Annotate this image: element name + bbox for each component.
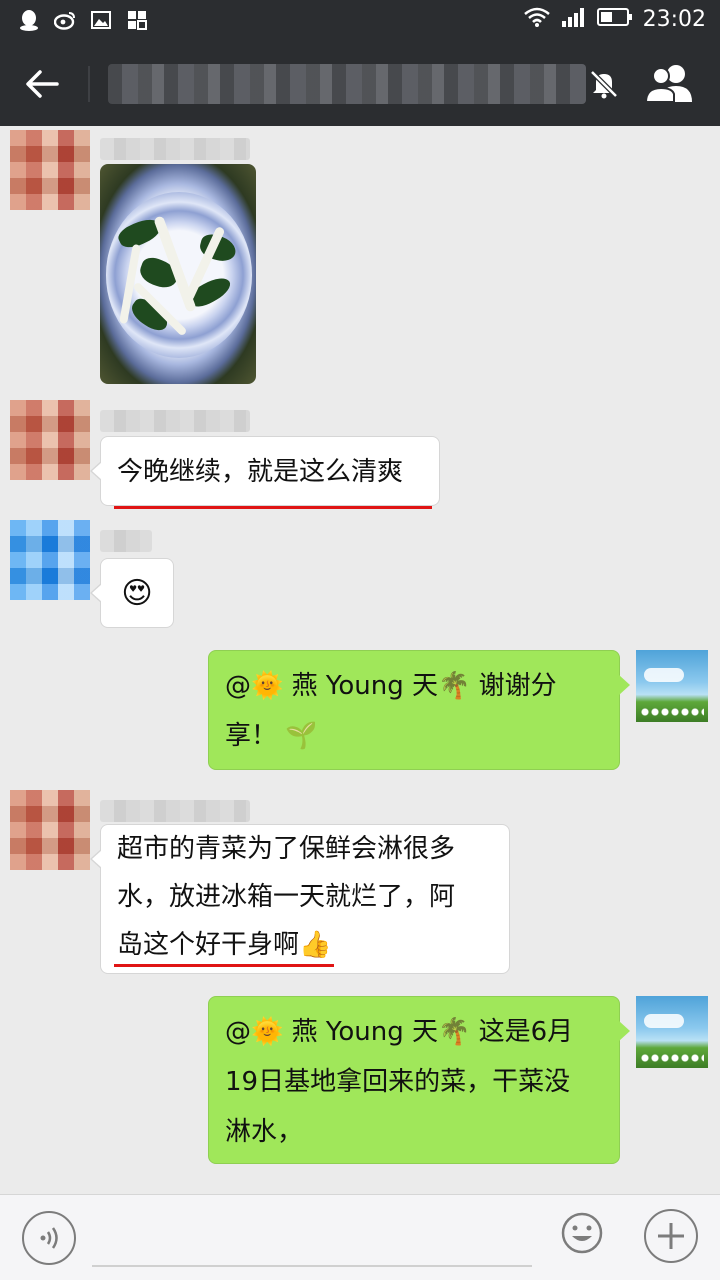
sender-name	[100, 530, 152, 552]
message-list[interactable]: 今晚继续，就是这么清爽 😍 @🌞 燕 Young 天🌴 谢谢分 享！ 🌱 超市的…	[0, 126, 720, 1194]
status-time: 23:02	[642, 6, 706, 32]
sender-name	[100, 410, 250, 432]
heart-eyes-emoji-icon: 😍	[121, 576, 153, 611]
apps-icon	[126, 9, 148, 31]
message-line: 岛这个好干身啊👍	[117, 930, 332, 960]
red-underline	[114, 964, 334, 967]
back-arrow-icon	[26, 70, 59, 98]
message-bubble[interactable]: 今晚继续，就是这么清爽	[90, 436, 440, 506]
avatar[interactable]	[10, 400, 90, 480]
avatar[interactable]	[10, 520, 90, 600]
voice-icon	[40, 1227, 58, 1249]
message-line: 淋水，	[225, 1117, 304, 1147]
message-line: @🌞 燕 Young 天🌴 这是6月	[225, 1017, 574, 1047]
message-bubble-self[interactable]: @🌞 燕 Young 天🌴 这是6月 19日基地拿回来的菜，干菜没 淋水，	[208, 996, 630, 1164]
wifi-icon	[523, 6, 551, 32]
header-divider	[88, 66, 90, 102]
message-line: 水，放进冰箱一天就烂了，阿	[117, 882, 456, 912]
self-avatar[interactable]	[636, 996, 708, 1068]
image-icon	[90, 9, 112, 31]
self-avatar[interactable]	[636, 650, 708, 722]
voice-button[interactable]	[22, 1211, 76, 1265]
qq-icon	[18, 9, 40, 31]
group-members-button[interactable]	[644, 62, 696, 106]
mute-bell-icon	[588, 68, 620, 100]
message-bubble[interactable]: 超市的青菜为了保鲜会淋很多 水，放进冰箱一天就烂了，阿 岛这个好干身啊👍	[90, 824, 510, 974]
message-line: @🌞 燕 Young 天🌴 谢谢分	[225, 671, 557, 701]
emoji-icon	[561, 1212, 603, 1254]
avatar[interactable]	[10, 130, 90, 210]
message-line: 超市的青菜为了保鲜会淋很多	[117, 834, 456, 864]
message-bubble-self[interactable]: @🌞 燕 Young 天🌴 谢谢分 享！ 🌱	[208, 650, 630, 770]
message-input[interactable]	[92, 1215, 532, 1267]
message-text: 今晚继续，就是这么清爽	[117, 457, 404, 487]
battery-icon	[596, 7, 633, 31]
plus-icon	[658, 1223, 684, 1249]
back-button[interactable]	[18, 64, 66, 104]
message-line: 19日基地拿回来的菜，干菜没	[225, 1067, 571, 1097]
sender-name	[100, 138, 250, 160]
weibo-icon	[54, 9, 76, 31]
status-bar: 23:02	[0, 0, 720, 42]
group-members-icon	[644, 65, 692, 103]
signal-icon	[561, 6, 587, 32]
chat-title	[108, 64, 586, 104]
sender-name	[100, 800, 250, 822]
input-bar	[0, 1194, 720, 1280]
message-bubble[interactable]: 😍	[90, 558, 174, 628]
message-line: 享！ 🌱	[225, 721, 318, 751]
emoji-button[interactable]	[560, 1211, 604, 1255]
red-underline	[114, 506, 432, 509]
message-image[interactable]	[100, 164, 256, 384]
more-button[interactable]	[644, 1209, 698, 1263]
avatar[interactable]	[10, 790, 90, 870]
chat-header	[0, 42, 720, 126]
